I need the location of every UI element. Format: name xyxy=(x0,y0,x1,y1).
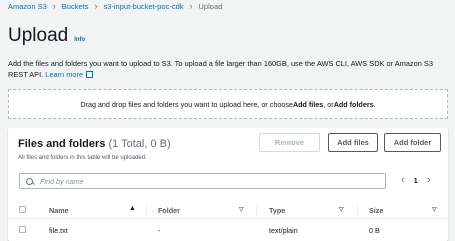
search-icon xyxy=(26,177,33,185)
cell-size: 0 B xyxy=(369,226,380,235)
chevron-right-icon[interactable]: › xyxy=(427,174,431,186)
column-divider[interactable] xyxy=(357,205,358,215)
upload-page: Amazon S3 › Buckets › s3-input-bucket-po… xyxy=(0,0,455,241)
dropzone-add-files: Add files xyxy=(292,99,324,109)
column-divider[interactable] xyxy=(256,205,257,215)
column-folder[interactable]: Folder xyxy=(158,206,180,215)
breadcrumb: Amazon S3 › Buckets › s3-input-bucket-po… xyxy=(8,0,222,12)
column-name[interactable]: Name xyxy=(49,206,69,215)
cell-folder: - xyxy=(158,226,161,235)
column-divider[interactable] xyxy=(146,205,147,215)
learn-more-link[interactable]: Learn more xyxy=(45,70,94,79)
cell-type: text/plain xyxy=(269,226,298,235)
chevron-right-icon: › xyxy=(189,1,193,11)
dropzone-middle: , or xyxy=(323,99,334,109)
remove-button[interactable]: Remove xyxy=(259,133,320,152)
chevron-left-icon[interactable]: ‹ xyxy=(401,174,405,186)
table-header: Name ▲ Folder ▽ Type ▽ Size ▽ xyxy=(8,201,448,219)
cell-name: file.txt xyxy=(49,226,68,235)
panel-title: Files and folders (1 Total, 0 B) xyxy=(18,138,171,150)
add-folder-button[interactable]: Add folder xyxy=(384,133,441,152)
chevron-right-icon: › xyxy=(94,1,98,11)
table-row[interactable]: file.txt - text/plain 0 B xyxy=(8,221,448,239)
page-title: Upload xyxy=(8,25,69,46)
column-size[interactable]: Size xyxy=(369,206,383,215)
current-page[interactable]: 1 xyxy=(414,176,418,185)
add-files-button[interactable]: Add files xyxy=(328,133,378,152)
page-description: Add the files and folders you want to up… xyxy=(8,58,448,80)
sort-indicator-icon[interactable]: ▽ xyxy=(432,206,437,213)
breadcrumb-bucket[interactable]: s3-input-bucket-poc-cdk xyxy=(103,2,183,11)
sort-indicator-icon[interactable]: ▽ xyxy=(239,206,244,213)
panel-subtitle: All files and folders in this table will… xyxy=(18,155,147,161)
info-link[interactable]: Info xyxy=(74,37,85,43)
sort-down-icon[interactable]: ▲ xyxy=(129,205,136,212)
files-and-folders-panel: Files and folders (1 Total, 0 B) All fil… xyxy=(8,128,448,241)
dropzone-add-folders: Add folders xyxy=(333,99,374,109)
row-checkbox[interactable] xyxy=(19,226,26,233)
column-type[interactable]: Type xyxy=(269,206,285,215)
panel-header: Files and folders (1 Total, 0 B) All fil… xyxy=(18,138,171,161)
breadcrumb-current: Upload xyxy=(198,1,223,11)
dropzone-prefix: Drag and drop files and folders you want… xyxy=(80,99,293,109)
learn-more-label: Learn more xyxy=(45,70,84,79)
panel-count: (1 Total, 0 B) xyxy=(108,138,171,150)
dropzone-suffix: . xyxy=(373,99,376,109)
chevron-right-icon: › xyxy=(52,1,56,11)
search-input[interactable] xyxy=(40,176,340,186)
pagination: ‹ 1 › xyxy=(401,174,431,186)
select-all-checkbox[interactable] xyxy=(19,206,26,213)
external-link-icon xyxy=(86,71,94,78)
panel-title-text: Files and folders xyxy=(18,138,106,150)
drop-zone[interactable]: Drag and drop files and folders you want… xyxy=(8,89,448,119)
breadcrumb-amazon-s3[interactable]: Amazon S3 xyxy=(8,2,47,11)
sort-indicator-icon[interactable]: ▽ xyxy=(339,206,344,213)
page-header: Upload Info xyxy=(8,25,85,47)
search-box xyxy=(19,173,386,189)
breadcrumb-buckets[interactable]: Buckets xyxy=(62,2,89,11)
